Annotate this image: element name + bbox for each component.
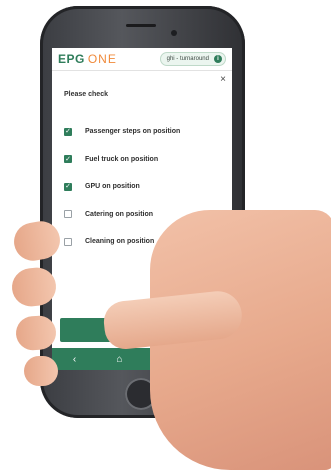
checklist-item-label: Passenger steps on position [85,128,181,136]
logo-one: ONE [87,52,117,66]
checklist-item[interactable]: ✓ GPU on position [64,173,224,201]
hand-finger [24,356,58,386]
back-icon[interactable]: ‹ [52,354,97,365]
phone-earpiece [126,24,156,27]
checklist-item-label: GPU on position [85,183,140,191]
checkbox-icon[interactable]: ✓ [64,155,72,164]
close-icon[interactable]: × [220,74,226,85]
checkbox-icon[interactable]: ✓ [64,127,72,136]
checklist-item-label: Catering on position [85,210,154,218]
checklist-item[interactable]: ✓ Passenger steps on position [64,118,224,146]
logo-epg: EPG [58,52,85,66]
checkbox-icon[interactable] [64,237,72,246]
checkbox-icon[interactable] [64,210,72,219]
home-icon[interactable]: ⌂ [97,354,142,365]
top-bar: EPG ONE ghi - turnaround i [52,48,232,71]
checklist-item-label: Fuel truck on position [85,155,159,163]
phone-camera [171,30,177,36]
checklist-item-label: Cleaning on position [85,238,155,246]
checklist-item[interactable]: ✓ Fuel truck on position [64,146,224,174]
info-icon[interactable]: i [214,55,222,63]
context-selector[interactable]: ghi - turnaround i [159,52,226,66]
dialog-heading: Please check [64,91,108,98]
checkbox-icon[interactable]: ✓ [64,182,72,191]
context-label: ghi - turnaround [166,56,209,62]
